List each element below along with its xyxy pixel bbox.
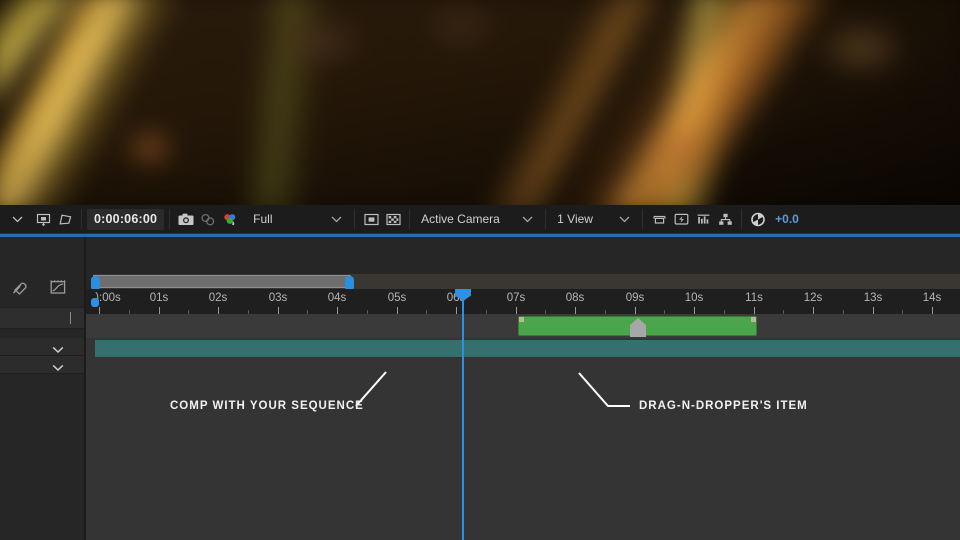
ruler-tick-label: 05s <box>387 292 407 304</box>
ruler-tick-label: 09s <box>625 292 645 304</box>
toolbar-divider <box>642 209 644 229</box>
exposure-aperture-icon[interactable] <box>747 208 769 230</box>
ruler-tick-label: 07s <box>506 292 526 304</box>
composition-viewer[interactable] <box>0 0 960 205</box>
checkerboard-icon[interactable] <box>382 208 404 230</box>
ruler-tick-label: 13s <box>863 292 883 304</box>
ruler-tick-label: 02s <box>208 292 228 304</box>
timeline-graph-icon[interactable] <box>692 208 714 230</box>
toolbar-divider <box>169 209 171 229</box>
exposure-value[interactable]: +0.0 <box>769 208 799 230</box>
camera-view-dropdown[interactable]: Active Camera <box>415 208 540 230</box>
time-navigator-range[interactable] <box>91 275 354 291</box>
annotation-comp-sequence: COMP WITH YOUR SEQUENCE <box>170 400 364 412</box>
camera-view-value: Active Camera <box>421 212 500 226</box>
ruler-tick <box>932 307 933 314</box>
preview-vignette <box>0 0 960 205</box>
search-input[interactable] <box>0 307 84 329</box>
chevron-down-icon[interactable] <box>52 359 64 377</box>
time-ruler[interactable]: ):00s 01s 02s 03s 04s 05s 06s 07s 08s 09… <box>86 289 960 314</box>
chevron-down-icon <box>331 212 349 226</box>
ruler-tick-label: 08s <box>565 292 585 304</box>
timeline-tools <box>0 270 94 308</box>
view-layout-value: 1 View <box>557 212 593 226</box>
camera-icon[interactable] <box>175 208 197 230</box>
ruler-tick <box>218 307 219 314</box>
rgb-channels-icon[interactable] <box>219 208 241 230</box>
transparency-grid-icon[interactable] <box>32 208 54 230</box>
chevron-down-icon <box>522 212 540 226</box>
layer-row[interactable] <box>0 338 84 356</box>
mask-shape-icon[interactable] <box>54 208 76 230</box>
playhead-line <box>462 289 464 540</box>
ruler-tick <box>456 307 457 314</box>
ruler-tick-label: 03s <box>268 292 288 304</box>
ruler-tick <box>337 307 338 314</box>
eraser-icon[interactable] <box>10 278 30 301</box>
time-navigator[interactable] <box>91 274 960 291</box>
ruler-tick <box>516 307 517 314</box>
resolution-dropdown[interactable]: Full <box>247 208 349 230</box>
fast-previews-icon[interactable] <box>670 208 692 230</box>
region-of-interest-icon[interactable] <box>360 208 382 230</box>
resolution-value: Full <box>253 212 273 226</box>
pixel-aspect-icon[interactable] <box>648 208 670 230</box>
ruler-tick <box>813 307 814 314</box>
ruler-tick <box>397 307 398 314</box>
toolbar-divider <box>545 209 547 229</box>
ruler-tick-label: 14s <box>922 292 942 304</box>
timecode-value: 0:00:06:00 <box>87 208 165 230</box>
ruler-tick-label: 12s <box>803 292 823 304</box>
ruler-tick <box>278 307 279 314</box>
ruler-tick <box>575 307 576 314</box>
current-time-field[interactable]: 0:00:06:00 <box>87 208 165 230</box>
viewer-toolbar: 0:00:06:00 Full Active Camera 1 View +0.… <box>0 205 960 233</box>
toolbar-divider <box>81 209 82 229</box>
ruler-tick-label: ):00s <box>95 292 121 304</box>
ruler-tick-label: 11s <box>745 292 763 304</box>
ruler-tick <box>754 307 755 314</box>
ruler-tick-label: 01s <box>149 292 169 304</box>
view-layout-dropdown[interactable]: 1 View <box>551 208 637 230</box>
renderer-icon[interactable] <box>714 208 736 230</box>
clip-handle-right[interactable] <box>751 317 756 322</box>
toolbar-divider <box>354 209 356 229</box>
timeline-panel: ):00s 01s 02s 03s 04s 05s 06s 07s 08s 09… <box>0 237 960 540</box>
ruler-tick <box>635 307 636 314</box>
ruler-tick-label: 04s <box>327 292 347 304</box>
after-effects-window: 0:00:06:00 Full Active Camera 1 View +0.… <box>0 0 960 540</box>
chevron-down-icon <box>619 212 637 226</box>
dragndropper-clip[interactable] <box>518 316 757 337</box>
clip-handle-left[interactable] <box>519 317 524 322</box>
ruler-tick <box>694 307 695 314</box>
ruler-tick <box>873 307 874 314</box>
work-area-marker[interactable] <box>91 298 99 307</box>
ruler-tick <box>159 307 160 314</box>
show-snapshot-icon[interactable] <box>197 208 219 230</box>
toolbar-divider <box>741 209 743 229</box>
layer-row[interactable] <box>0 356 84 374</box>
ruler-tick-label: 10s <box>684 292 704 304</box>
toolbar-divider <box>409 209 411 229</box>
timeline-graph-area: ):00s 01s 02s 03s 04s 05s 06s 07s 08s 09… <box>86 237 960 540</box>
annotation-dragndropper-item: DRAG-N-DROPPER'S ITEM <box>639 400 808 412</box>
text-caret <box>70 312 71 324</box>
timeline-tracks[interactable] <box>86 314 960 540</box>
ruler-tick <box>99 307 100 314</box>
chevron-down-icon[interactable] <box>6 208 28 230</box>
sequence-comp-clip[interactable] <box>95 340 960 357</box>
graph-editor-icon[interactable] <box>48 278 68 301</box>
